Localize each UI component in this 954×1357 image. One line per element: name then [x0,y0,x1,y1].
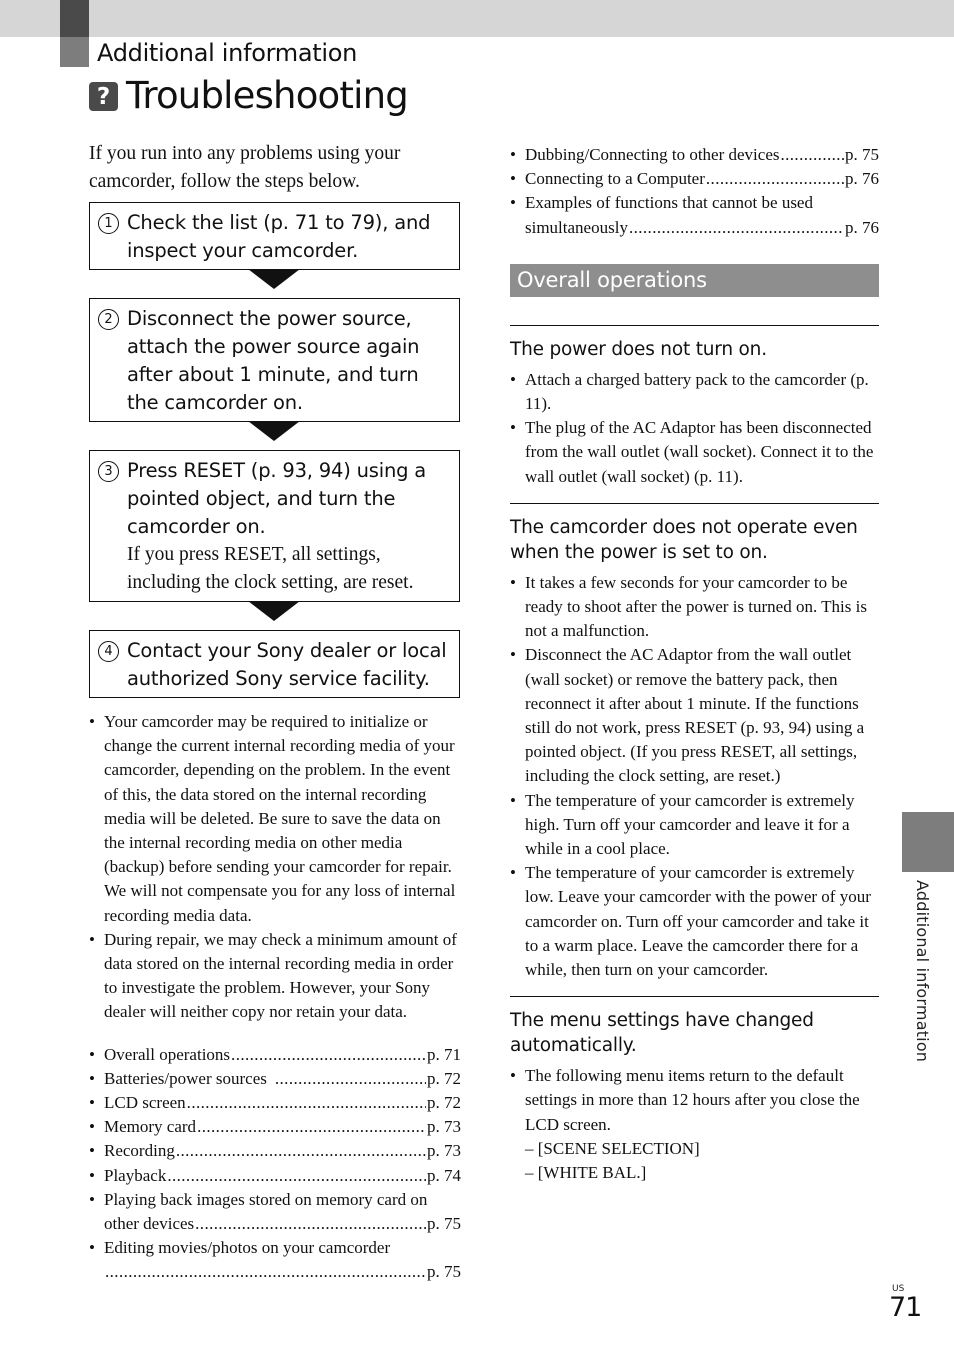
toc-page: p. 74 [427,1165,461,1185]
bullet-item: Disconnect the AC Adaptor from the wall … [510,643,879,788]
topic-power-not-on: The power does not turn on. Attach a cha… [510,324,879,489]
notes-list: Your camcorder may be required to initia… [89,710,461,1025]
side-section-label: Additional information [913,880,932,1063]
toc-list-continued: Dubbing/Connecting to other devicesp. 75… [510,143,879,240]
section-marker-lower [60,37,89,67]
bullet-item: The temperature of your camcorder is ext… [510,789,879,862]
down-arrow-icon [248,601,300,621]
bullet-item: Attach a charged battery pack to the cam… [510,368,879,416]
toc-item[interactable]: Editing movies/photos on your camcorder … [89,1236,461,1284]
toc-item[interactable]: Playbackp. 74 [89,1164,461,1188]
toc-item[interactable]: Dubbing/Connecting to other devicesp. 75 [510,143,879,167]
step-text: Check the list (p. 71 to 79), and inspec… [127,211,431,262]
header-band [0,0,954,37]
toc-page: p. 76 [845,217,879,237]
toc-item[interactable]: Batteries/power sourcesp. 72 [89,1067,461,1091]
step-3: 3 Press RESET (p. 93, 94) using a pointe… [89,450,460,602]
step-number-icon: 3 [98,461,119,482]
down-arrow-icon [248,269,300,289]
section-marker [60,0,89,37]
step-number-icon: 2 [98,309,119,330]
down-arrow-icon [248,421,300,441]
toc-page: p. 75 [845,145,879,164]
step-1: 1 Check the list (p. 71 to 79), and insp… [89,202,460,270]
toc-item[interactable]: Playing back images stored on memory car… [89,1188,461,1236]
intro-text: If you run into any problems using your … [89,143,401,192]
topic-bullets: Attach a charged battery pack to the cam… [510,368,879,489]
toc-page: p. 73 [427,1117,461,1137]
page-title: ? Troubleshooting [89,74,409,117]
step-2: 2 Disconnect the power source, attach th… [89,298,460,422]
flow-arrow [89,269,461,298]
toc-page: p. 71 [427,1044,461,1064]
flow-arrow [89,601,461,630]
topic-bullets: The following menu items return to the d… [510,1064,879,1137]
note-item: During repair, we may check a minimum am… [89,928,461,1025]
question-mark-icon: ? [89,82,118,111]
page-number: 71 [889,1292,922,1323]
toc-item[interactable]: Recordingp. 73 [89,1139,461,1163]
flow-arrow [89,421,461,450]
topic-menu-settings: The menu settings have changed automatic… [510,996,879,1185]
toc-page: p. 75 [427,1214,461,1234]
bullet-item: It takes a few seconds for your camcorde… [510,571,879,644]
step-note: If you press RESET, all settings, includ… [127,544,414,593]
step-number-icon: 1 [98,213,119,234]
toc-page: p. 72 [427,1068,461,1088]
section-label: Additional information [97,39,358,67]
topic-not-operate: The camcorder does not operate even when… [510,502,879,982]
step-4: 4 Contact your Sony dealer or local auth… [89,630,460,698]
step-text: Contact your Sony dealer or local author… [127,639,447,690]
toc-list: Overall operationsp. 71 Batteries/power … [89,1043,461,1285]
right-column: Dubbing/Connecting to other devicesp. 75… [510,143,879,1185]
note-item: Your camcorder may be required to initia… [89,710,461,928]
topic-bullets: It takes a few seconds for your camcorde… [510,571,879,982]
toc-page: p. 76 [845,169,879,189]
bullet-item: The plug of the AC Adaptor has been disc… [510,416,879,489]
toc-item[interactable]: Overall operationsp. 71 [89,1043,461,1067]
toc-item[interactable]: Memory cardp. 73 [89,1115,461,1139]
step-text: Disconnect the power source, attach the … [127,307,420,414]
step-number-icon: 4 [98,641,119,662]
step-text: Press RESET (p. 93, 94) using a pointed … [127,459,427,538]
side-section-tab [902,812,954,872]
sub-item: – [SCENE SELECTION] [525,1138,700,1158]
toc-page: p. 73 [427,1141,461,1161]
toc-page: p. 72 [427,1093,461,1113]
page-title-text: Troubleshooting [126,74,409,117]
topic-title: The menu settings have changed automatic… [510,1010,814,1057]
toc-item[interactable]: Connecting to a Computerp. 76 [510,167,879,191]
sub-item: – [WHITE BAL.] [525,1163,647,1183]
topic-title: The camcorder does not operate even when… [510,516,858,563]
topic-title: The power does not turn on. [510,338,767,360]
toc-item[interactable]: Examples of functions that cannot be use… [510,191,879,239]
toc-item[interactable]: LCD screenp. 72 [89,1091,461,1115]
bullet-item: The following menu items return to the d… [510,1064,879,1137]
toc-page: p. 75 [427,1262,461,1282]
left-column: If you run into any problems using your … [89,140,461,1285]
section-heading: Overall operations [510,263,879,297]
bullet-item: The temperature of your camcorder is ext… [510,861,879,982]
